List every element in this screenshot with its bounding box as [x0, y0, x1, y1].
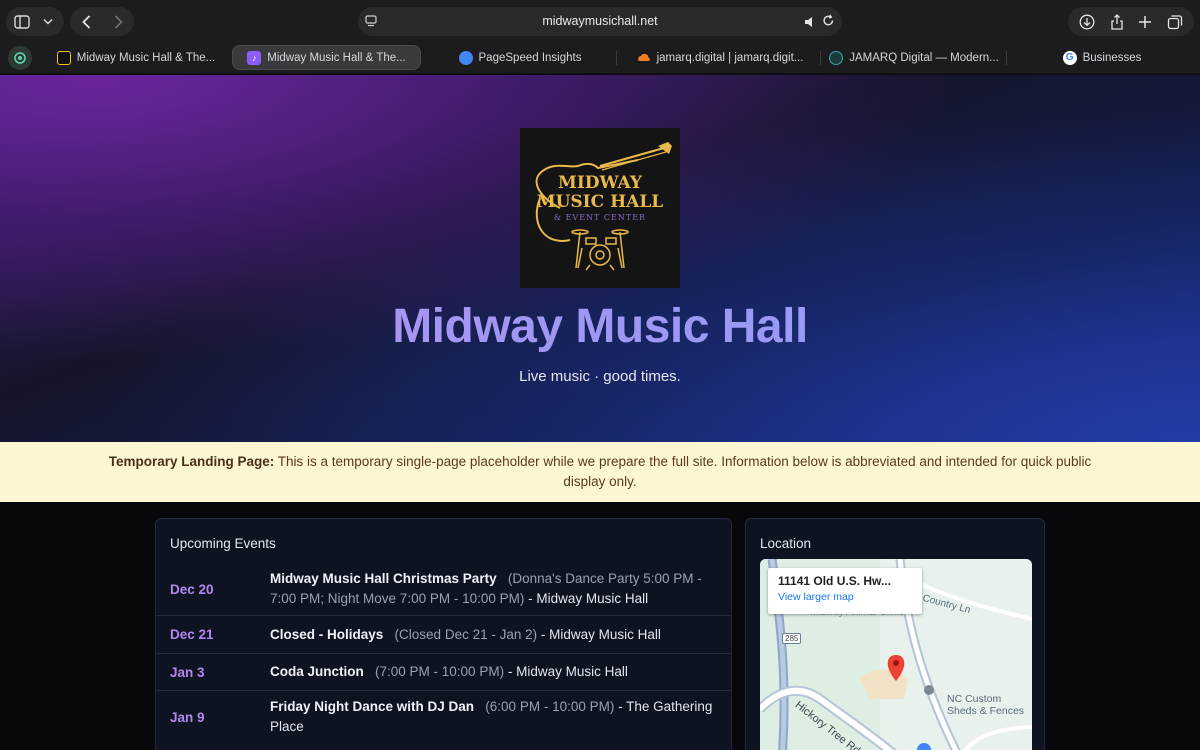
nav-buttons — [70, 7, 134, 36]
map-info-box: 11141 Old U.S. Hw... View larger map — [768, 568, 922, 614]
tab-jamarq-2[interactable]: JAMARQ Digital — Modern... — [828, 45, 1000, 70]
cloud-favicon-icon — [637, 51, 651, 65]
tab-bar: Midway Music Hall & The... ♪ Midway Musi… — [0, 42, 1200, 74]
tab-businesses[interactable]: G Businesses — [1012, 45, 1192, 70]
tab-label: Businesses — [1082, 51, 1142, 64]
event-details: Coda Junction (7:00 PM - 10:00 PM) - Mid… — [270, 660, 718, 684]
forward-arrow-icon[interactable] — [102, 7, 134, 36]
event-details: Friday Night Dance with DJ Dan (6:00 PM … — [270, 697, 718, 738]
event-date: Jan 9 — [170, 710, 205, 725]
jamarq-favicon-icon — [829, 50, 844, 65]
logo-line-3: & EVENT CENTER — [553, 213, 647, 222]
tab-label: Midway Music Hall & The... — [76, 51, 216, 64]
new-tab-icon[interactable] — [1138, 15, 1152, 29]
tab-label: PageSpeed Insights — [478, 51, 582, 64]
event-date: Jan 3 — [170, 664, 205, 680]
tab-label: JAMARQ Digital — Modern... — [849, 51, 999, 64]
page-title: Midway Music Hall — [0, 299, 1200, 354]
event-date: Dec 20 — [170, 581, 214, 597]
browser-toolbar: midwaymusichall.net — [0, 0, 1200, 42]
downloads-icon[interactable] — [1079, 14, 1095, 30]
notice-label: Temporary Landing Page: — [108, 454, 275, 469]
events-card: Upcoming Events Dec 20 Midway Music Hall… — [155, 518, 732, 750]
midway-logo: MIDWAY MUSIC HALL & EVENT CENTER — [520, 128, 680, 288]
event-title: Friday Night Dance with DJ Dan — [270, 699, 475, 714]
event-row[interactable]: Dec 20 Midway Music Hall Christmas Party… — [156, 563, 732, 616]
pagespeed-favicon-icon — [458, 50, 473, 65]
event-venue: - Midway Music Hall — [528, 591, 649, 606]
hero: MIDWAY MUSIC HALL & EVENT CENTER Midway … — [0, 75, 1200, 442]
event-time: (6:00 PM - 10:00 PM) — [485, 699, 615, 714]
event-row[interactable]: Jan 9 Friday Night Dance with DJ Dan (6:… — [156, 691, 732, 744]
event-row[interactable]: Dec 21 Closed - Holidays (Closed Dec 21 … — [156, 616, 732, 654]
tab-label: jamarq.digital | jamarq.digit... — [656, 51, 804, 64]
share-icon[interactable] — [1110, 13, 1124, 30]
tab-jamarq-1[interactable]: jamarq.digital | jamarq.digit... — [626, 45, 814, 70]
logo-line-1: MIDWAY — [558, 173, 642, 193]
page-content: MIDWAY MUSIC HALL & EVENT CENTER Midway … — [0, 75, 1200, 750]
chevron-down-icon[interactable] — [38, 7, 58, 36]
event-time: (Closed Dec 21 - Jan 2) — [394, 626, 538, 642]
event-venue: - Midway Music Hall — [540, 626, 661, 642]
location-heading: Location — [760, 536, 812, 551]
highway-shield: 285 — [782, 633, 802, 644]
logo-wordmark: MIDWAY MUSIC HALL & EVENT CENTER — [520, 174, 680, 223]
event-details: Midway Music Hall Christmas Party (Donna… — [270, 569, 718, 609]
sidebar-toggle-group — [6, 7, 64, 36]
tab-label: Midway Music Hall & The... — [267, 51, 406, 64]
location-card: Location 285 Country Ln Hickory Tree Rd … — [745, 518, 1045, 750]
tab-overview-icon[interactable] — [1167, 14, 1183, 30]
event-time: (7:00 PM - 10:00 PM) — [375, 664, 505, 679]
event-venue: - Midway Music Hall — [507, 664, 628, 679]
event-details: Closed - Holidays (Closed Dec 21 - Jan 2… — [270, 622, 718, 647]
events-list: Dec 20 Midway Music Hall Christmas Party… — [156, 563, 732, 744]
event-title: Midway Music Hall Christmas Party — [270, 571, 497, 586]
notice-banner: Temporary Landing Page: This is a tempor… — [0, 442, 1200, 502]
map-address: 11141 Old U.S. Hw... — [778, 574, 891, 588]
logo-line-2: MUSIC HALL — [536, 192, 664, 212]
tab-midway-2[interactable]: ♪ Midway Music Hall & The... — [232, 45, 421, 70]
url-text: midwaymusichall.net — [542, 14, 658, 28]
event-title: Coda Junction — [270, 664, 364, 679]
google-favicon-icon: G — [1062, 50, 1077, 65]
speaker-icon[interactable] — [804, 15, 816, 33]
sidebar-icon[interactable] — [6, 7, 38, 36]
page-subtitle: Live music · good times. — [519, 368, 681, 385]
map-label-sheds-line-1: NC Custom — [947, 693, 1002, 705]
view-larger-map-link[interactable]: View larger map — [778, 591, 912, 603]
back-arrow-icon[interactable] — [70, 7, 102, 36]
tab-separator — [820, 51, 821, 65]
map-label-sheds: NC Custom Sheds & Fences — [947, 693, 1024, 717]
notice-text: This is a temporary single-page placehol… — [277, 454, 1092, 489]
events-heading: Upcoming Events — [170, 536, 276, 551]
reload-icon[interactable] — [822, 14, 835, 32]
midway-favicon-icon — [56, 50, 71, 65]
toolbar-actions — [1068, 7, 1194, 36]
tab-separator — [616, 51, 617, 65]
event-date: Dec 21 — [170, 627, 214, 642]
embedded-map[interactable]: 285 Country Ln Midway Animal Clinic Hick… — [760, 559, 1032, 750]
event-row[interactable]: Jan 3 Coda Junction (7:00 PM - 10:00 PM)… — [156, 654, 732, 691]
address-bar[interactable]: midwaymusichall.net — [358, 7, 842, 36]
tab-separator — [1006, 51, 1007, 65]
tab-group-icon[interactable] — [8, 46, 32, 70]
tab-midway-1[interactable]: Midway Music Hall & The... — [46, 45, 226, 70]
music-note-favicon-icon: ♪ — [247, 50, 262, 65]
event-title: Closed - Holidays — [270, 626, 384, 642]
map-label-sheds-line-2: Sheds & Fences — [947, 705, 1025, 717]
tab-pagespeed[interactable]: PageSpeed Insights — [430, 45, 610, 70]
